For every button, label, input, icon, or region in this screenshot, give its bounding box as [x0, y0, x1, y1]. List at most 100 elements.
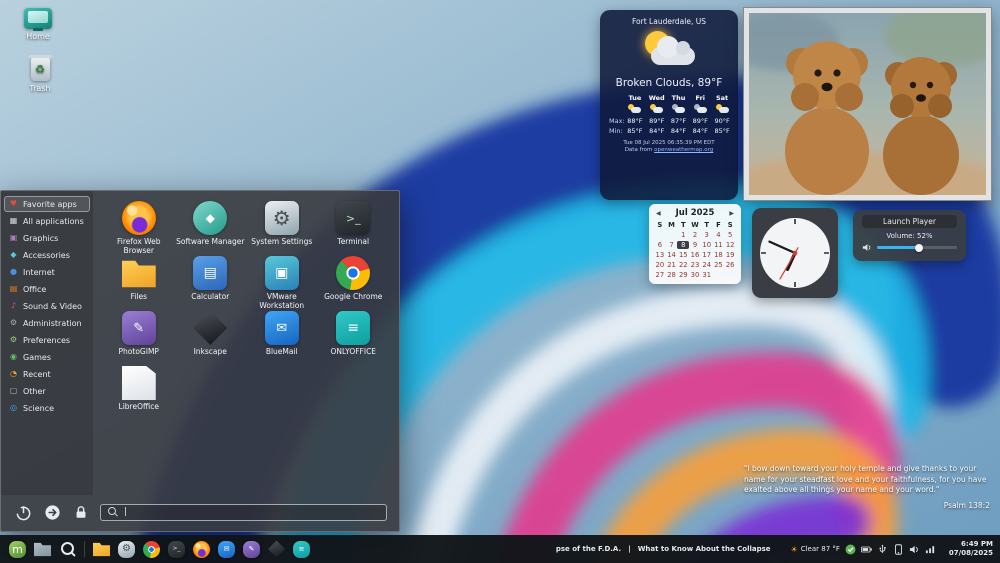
menu-category-science[interactable]: ◎ Science — [4, 400, 90, 416]
calendar-day[interactable]: 5 — [724, 231, 736, 239]
calendar-day-header: M — [668, 221, 675, 229]
menu-category-other[interactable]: ▢ Other — [4, 383, 90, 399]
calendar-day[interactable]: 21 — [666, 261, 678, 269]
forecast-partly-icon — [715, 104, 729, 113]
app-bluemail[interactable]: ✉ BlueMail — [246, 309, 318, 364]
menu-category-graphics[interactable]: ▣ Graphics — [4, 230, 90, 246]
calendar-day[interactable]: 26 — [724, 261, 736, 269]
calendar-day[interactable]: 20 — [654, 261, 666, 269]
calendar-selected-day[interactable]: 8 — [677, 241, 690, 249]
calendar-day[interactable]: 24 — [701, 261, 713, 269]
taskbar-clock[interactable]: 6:49 PM 07/08/2025 — [949, 540, 993, 558]
menu-glyph: m — [12, 542, 23, 556]
battery-icon[interactable] — [860, 544, 872, 555]
app-label: PhotoGIMP — [118, 347, 159, 356]
app-libreoffice[interactable]: LibreOffice — [103, 364, 175, 419]
calendar-day[interactable]: 6 — [654, 241, 666, 249]
volume-slider-thumb[interactable] — [914, 243, 923, 252]
calendar-day[interactable]: 19 — [724, 251, 736, 259]
menu-category-label: All applications — [23, 216, 84, 226]
menu-category-games[interactable]: ◉ Games — [4, 349, 90, 365]
calendar-day[interactable]: 3 — [701, 231, 713, 239]
calendar-day[interactable]: 11 — [713, 241, 725, 249]
calendar-day[interactable]: 22 — [677, 261, 689, 269]
bluemail-glyph: ✉ — [223, 544, 230, 553]
calendar-day[interactable]: 16 — [689, 251, 701, 259]
taskbar-app-files[interactable] — [91, 539, 112, 560]
menu-category-accessories[interactable]: ◆ Accessories — [4, 247, 90, 263]
logout-button[interactable] — [42, 502, 62, 522]
files-button[interactable] — [32, 539, 53, 560]
volume-slider[interactable] — [877, 243, 957, 252]
calendar-day[interactable]: 25 — [713, 261, 725, 269]
app-photogimp[interactable]: ✎ PhotoGIMP — [103, 309, 175, 364]
volume-icon[interactable] — [909, 544, 920, 555]
calendar-day[interactable]: 18 — [713, 251, 725, 259]
calendar-day[interactable]: 15 — [677, 251, 689, 259]
desktop-icon-trash[interactable]: ♻ Trash — [12, 55, 68, 93]
calendar-day[interactable]: 4 — [713, 231, 725, 239]
calendar-day[interactable]: 28 — [666, 271, 678, 279]
calendar-day[interactable]: 12 — [724, 241, 736, 249]
calendar-day[interactable]: 7 — [666, 241, 678, 249]
menu-category-office[interactable]: ▤ Office — [4, 281, 90, 297]
taskbar-app-inkscape[interactable] — [266, 539, 287, 560]
taskbar-app-system-settings[interactable]: ⚙ — [116, 539, 137, 560]
calendar-next-button[interactable]: ▶ — [727, 210, 736, 217]
app-firefox-web-browser[interactable]: Firefox Web Browser — [103, 199, 175, 255]
menu-category-all-applications[interactable]: ▦ All applications — [4, 213, 90, 229]
taskbar-app-firefox-web-browser[interactable] — [191, 539, 212, 560]
calendar-day[interactable]: 17 — [701, 251, 713, 259]
taskbar-app-photogimp[interactable]: ✎ — [241, 539, 262, 560]
desktop-icon-home[interactable]: Home — [10, 8, 66, 41]
phone-icon[interactable] — [893, 543, 904, 555]
taskbar-app-terminal[interactable]: >_ — [166, 539, 187, 560]
calendar-prev-button[interactable]: ◀ — [654, 210, 663, 217]
calendar-day[interactable]: 31 — [701, 271, 713, 279]
calendar-day[interactable]: 9 — [689, 241, 701, 249]
search-button[interactable] — [57, 539, 78, 560]
weather-source-link[interactable]: openweathermap.org — [654, 147, 713, 153]
app-inkscape[interactable]: Inkscape — [175, 309, 247, 364]
launch-player-button[interactable]: Launch Player — [862, 215, 957, 228]
app-terminal[interactable]: >_ Terminal — [318, 199, 390, 254]
calendar-day[interactable]: 23 — [689, 261, 701, 269]
app-google-chrome[interactable]: Google Chrome — [318, 254, 390, 309]
update-icon[interactable] — [845, 544, 856, 555]
firefox-web-browser-icon — [193, 540, 210, 558]
menu-category-preferences[interactable]: ⚙ Preferences — [4, 332, 90, 348]
calendar-day[interactable]: 29 — [677, 271, 689, 279]
calendar-day[interactable]: 13 — [654, 251, 666, 259]
weather-source: Data from openweathermap.org — [625, 147, 714, 153]
taskbar-app-google-chrome[interactable] — [141, 539, 162, 560]
forecast-icon-cell — [628, 104, 642, 115]
calendar-day[interactable]: 14 — [666, 251, 678, 259]
menu-category-sound-video[interactable]: ♪ Sound & Video — [4, 298, 90, 314]
app-software-manager[interactable]: ◆ Software Manager — [175, 199, 247, 254]
calendar-day[interactable]: 27 — [654, 271, 666, 279]
menu-category-favorite-apps[interactable]: ♥ Favorite apps — [4, 196, 90, 212]
menu-category-administration[interactable]: ⚙ Administration — [4, 315, 90, 331]
menu-search-input[interactable]: | — [100, 503, 387, 521]
tray-weather-applet[interactable]: ☀ Clear 87 °F — [791, 545, 840, 554]
app-calculator[interactable]: ▤ Calculator — [175, 254, 247, 309]
network-icon[interactable] — [925, 544, 936, 555]
app-files[interactable]: Files — [103, 254, 175, 309]
power-button[interactable] — [13, 502, 33, 522]
lock-button[interactable] — [71, 502, 91, 522]
news-ticker[interactable]: pse of the F.D.A. | What to Know About t… — [556, 545, 771, 553]
menu-category-recent[interactable]: ◔ Recent — [4, 366, 90, 382]
taskbar-app-onlyoffice[interactable]: ≡ — [291, 539, 312, 560]
app-system-settings[interactable]: ⚙ System Settings — [246, 199, 318, 254]
app-onlyoffice[interactable]: ≡ ONLYOFFICE — [318, 309, 390, 364]
calendar-day[interactable]: 2 — [689, 231, 701, 239]
calendar-day[interactable]: 1 — [677, 231, 689, 239]
menu-category-internet[interactable]: ● Internet — [4, 264, 90, 280]
app-vmware-workstation[interactable]: ▣ VMware Workstation — [246, 254, 318, 310]
calendar-day[interactable]: 10 — [701, 241, 713, 249]
calendar-day[interactable]: 30 — [689, 271, 701, 279]
usb-icon[interactable] — [877, 543, 888, 555]
menu-button[interactable]: m — [7, 539, 28, 560]
taskbar-app-bluemail[interactable]: ✉ — [216, 539, 237, 560]
photogimp-glyph: ✎ — [133, 320, 145, 336]
